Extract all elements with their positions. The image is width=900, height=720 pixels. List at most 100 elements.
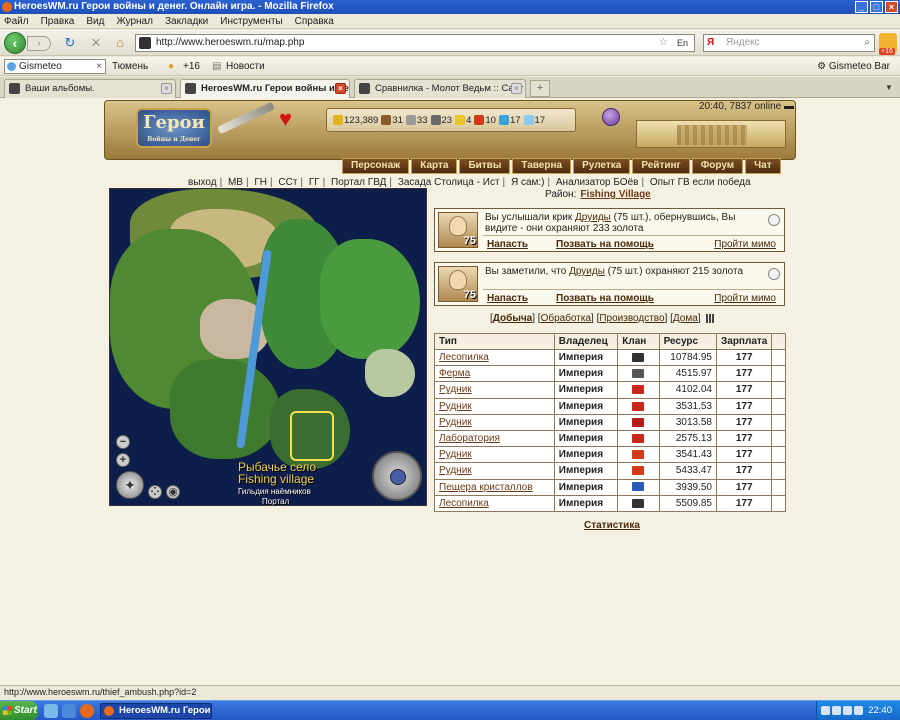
tab-close-icon[interactable]: × [511,83,522,94]
link-portal-gvd[interactable]: Портал ГВД [331,177,386,188]
facility-type-link[interactable]: Рудник [434,446,555,464]
reload-icon[interactable]: ↻ [62,35,78,51]
clan-emblem[interactable] [617,446,660,464]
subtab-production[interactable]: Производство [599,313,664,324]
call-help-link[interactable]: Позвать на помощь [556,239,654,250]
clan-emblem[interactable] [617,348,660,367]
tab-close-icon[interactable]: × [335,83,346,94]
facility-type-link[interactable]: Лесопилка [434,348,555,367]
chart-icon[interactable] [706,313,715,323]
facility-type-link[interactable]: Рудник [434,462,555,480]
clan-emblem[interactable] [617,397,660,415]
language-badge[interactable]: En [677,35,688,51]
gismeteo-news[interactable]: Новости [226,57,265,76]
tab-sravnilka[interactable]: Сравнилка - Молот Ведьм :: Сайт бо... × [354,79,526,98]
facility-type-link[interactable]: Рудник [434,381,555,399]
menu-file[interactable]: Файл [4,14,29,28]
network-icon[interactable] [832,706,841,715]
tab-list-button[interactable]: ▼ [882,81,896,95]
ambush-radio[interactable] [768,214,780,226]
search-input[interactable]: Я Яндекс ⌕ [703,34,875,52]
map-globe-icon[interactable]: ◉ [166,485,180,499]
clear-icon[interactable]: × [96,60,102,73]
attack-link[interactable]: Напасть [487,293,528,304]
pass-by-link[interactable]: Пройти мимо [714,293,776,304]
desktop-icon[interactable] [44,704,58,718]
facility-type-link[interactable]: Лаборатория [434,429,555,448]
minimize-button[interactable]: _ [855,1,868,13]
facility-type-link[interactable]: Рудник [434,413,555,431]
clan-emblem[interactable] [617,381,660,399]
tab-heroeswm[interactable]: HeroesWM.ru Герои войны и ден... × [180,79,350,98]
bookmark-star-icon[interactable]: ☆ [659,35,668,51]
call-help-link[interactable]: Позвать на помощь [556,293,654,304]
health-heart-icon[interactable]: ♥ [279,108,301,130]
zoom-in-button[interactable]: + [116,453,130,467]
creature-link[interactable]: Друиды [575,212,611,223]
stop-icon[interactable]: ✕ [88,35,104,51]
nav-rating[interactable]: Рейтинг [632,158,690,174]
link-ambush-capital[interactable]: Засада Столица - Ист [398,177,500,188]
lang-indicator-icon[interactable] [821,706,830,715]
mana-orb-icon[interactable] [602,108,620,126]
menu-bookmarks[interactable]: Закладки [165,14,208,28]
nav-chat[interactable]: Чат [745,158,781,174]
district-name-link[interactable]: Fishing Village [580,189,650,200]
subtab-processing[interactable]: Обработка [541,313,591,324]
link-gn[interactable]: ГН [254,177,267,188]
start-button[interactable]: Start [0,701,38,720]
nav-map[interactable]: Карта [411,158,458,174]
home-icon[interactable]: ⌂ [112,35,128,51]
gismeteo-temp[interactable]: +16 [183,57,200,76]
maximize-button[interactable]: □ [870,1,883,13]
compass-icon[interactable]: ✦ [116,471,144,499]
statistics-link[interactable]: Статистика [584,520,640,531]
volume-icon[interactable] [843,706,852,715]
menu-edit[interactable]: Правка [41,14,75,28]
link-battle-analyzer[interactable]: Анализатор БОёв [556,177,639,188]
zoom-out-button[interactable]: − [116,435,130,449]
clan-emblem[interactable] [617,462,660,480]
creature-link[interactable]: Друиды [569,266,605,277]
link-logout[interactable]: выход [188,177,217,188]
link-sst[interactable]: ССт [278,177,297,188]
map-dpad[interactable] [372,451,422,501]
link-gg[interactable]: ГГ [309,177,320,188]
facility-type-link[interactable]: Пещера кристаллов [434,478,555,496]
nav-character[interactable]: Персонаж [342,158,410,174]
facility-type-link[interactable]: Лесопилка [434,494,555,512]
ie-icon[interactable] [62,704,76,718]
url-bar[interactable]: http://www.heroeswm.ru/map.php ☆ En [135,34,695,52]
clan-emblem[interactable] [617,429,660,448]
facility-type-link[interactable]: Ферма [434,365,555,383]
game-logo[interactable]: Герои Войны и Денег [136,108,212,148]
subtab-houses[interactable]: Дома [673,313,698,324]
world-map[interactable]: − + ✦ ⁘ ◉ Рыбачье село Fishing village Г… [109,188,427,506]
tab-albums[interactable]: Ваши альбомы. × [4,79,176,98]
tab-close-icon[interactable]: × [161,83,172,94]
new-tab-button[interactable]: + [530,80,550,97]
attack-link[interactable]: Напасть [487,239,528,250]
menu-tools[interactable]: Инструменты [220,14,282,28]
addon-lock-icon[interactable]: +16 [879,33,897,55]
menu-view[interactable]: Вид [86,14,104,28]
forward-button[interactable]: › [27,36,51,51]
link-self[interactable]: Я сам:) [511,177,545,188]
menu-history[interactable]: Журнал [116,14,153,28]
facility-type-link[interactable]: Рудник [434,397,555,415]
map-option-icon[interactable]: ⁘ [148,485,162,499]
subtab-loot[interactable]: Добыча [493,313,532,324]
back-button[interactable]: ‹ [4,32,26,54]
nav-tavern[interactable]: Таверна [512,158,572,174]
pass-by-link[interactable]: Пройти мимо [714,239,776,250]
clan-emblem[interactable] [617,478,660,496]
gismeteo-search-input[interactable]: Gismeteo × [4,59,106,74]
gismeteo-bar-button[interactable]: ⚙ Gismeteo Bar [817,57,890,76]
fishing-village-highlight[interactable] [290,411,334,461]
task-firefox[interactable]: HeroesWM.ru Герои в... [100,703,212,719]
nav-forum[interactable]: Форум [691,158,744,174]
antivirus-icon[interactable] [854,706,863,715]
menu-help[interactable]: Справка [295,14,334,28]
ambush-radio[interactable] [768,268,780,280]
close-window-button[interactable]: × [885,1,898,13]
